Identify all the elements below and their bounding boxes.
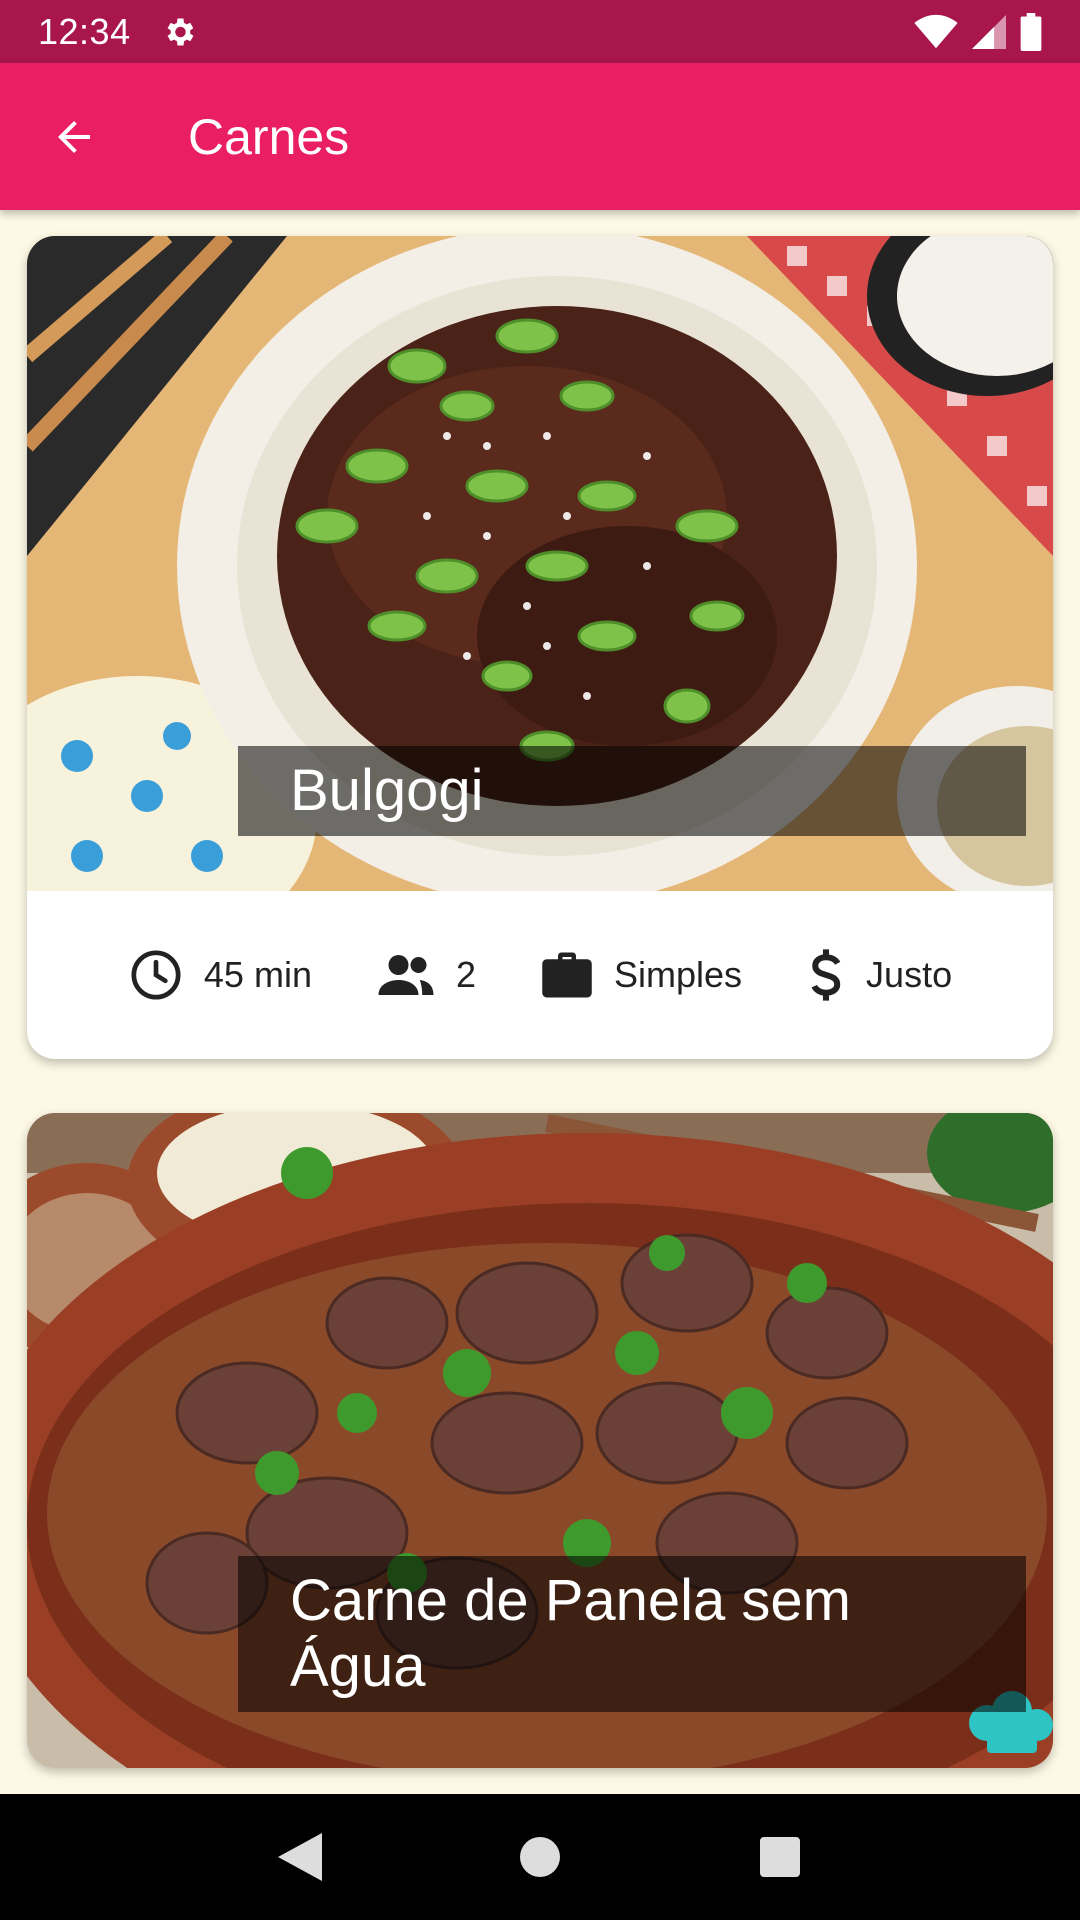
difficulty-info: Simples — [540, 950, 742, 1000]
status-bar: 12:34 — [0, 0, 1080, 63]
recipe-card[interactable]: Carne de Panela sem Água — [27, 1113, 1053, 1768]
recipe-title: Bulgogi — [238, 746, 1026, 836]
nav-home-button[interactable] — [500, 1817, 580, 1897]
settings-gear-icon — [167, 18, 193, 45]
recipe-info: 45 min 2 Simples Justo — [27, 891, 1053, 1059]
square-recents-icon — [760, 1837, 800, 1877]
triangle-back-icon — [278, 1833, 322, 1881]
briefcase-icon — [542, 952, 592, 998]
circle-home-icon — [520, 1837, 560, 1877]
servings-text: 2 — [455, 954, 476, 995]
servings-info: 2 — [376, 950, 476, 1000]
wifi-icon — [914, 14, 958, 48]
recipe-card[interactable]: Bulgogi 45 min 2 Simples Justo — [27, 236, 1053, 1059]
navigation-bar — [0, 1794, 1080, 1920]
dollar-icon — [811, 949, 841, 1001]
cost-info: Justo — [806, 947, 952, 1003]
difficulty-text: Simples — [614, 954, 743, 995]
app-bar: Carnes — [0, 63, 1080, 210]
signal-icon — [972, 14, 1006, 49]
recipe-image: Bulgogi — [27, 236, 1053, 891]
nav-back-button[interactable] — [260, 1817, 340, 1897]
time-info: 45 min — [128, 947, 312, 1003]
time-text: 45 min — [203, 954, 312, 995]
recipe-list[interactable]: Bulgogi 45 min 2 Simples Justo Carne de … — [0, 210, 1080, 1794]
recipe-title: Carne de Panela sem Água — [238, 1556, 1026, 1712]
back-button[interactable] — [24, 87, 124, 187]
page-title: Carnes — [188, 108, 350, 165]
battery-icon — [1020, 12, 1042, 51]
clock-icon — [131, 950, 181, 1000]
status-time: 12:34 — [38, 10, 131, 52]
nav-recents-button[interactable] — [740, 1817, 820, 1897]
recipe-image: Carne de Panela sem Água — [27, 1113, 1053, 1768]
arrow-back-icon — [58, 120, 90, 153]
cost-text: Justo — [866, 954, 953, 995]
people-icon — [378, 955, 434, 995]
